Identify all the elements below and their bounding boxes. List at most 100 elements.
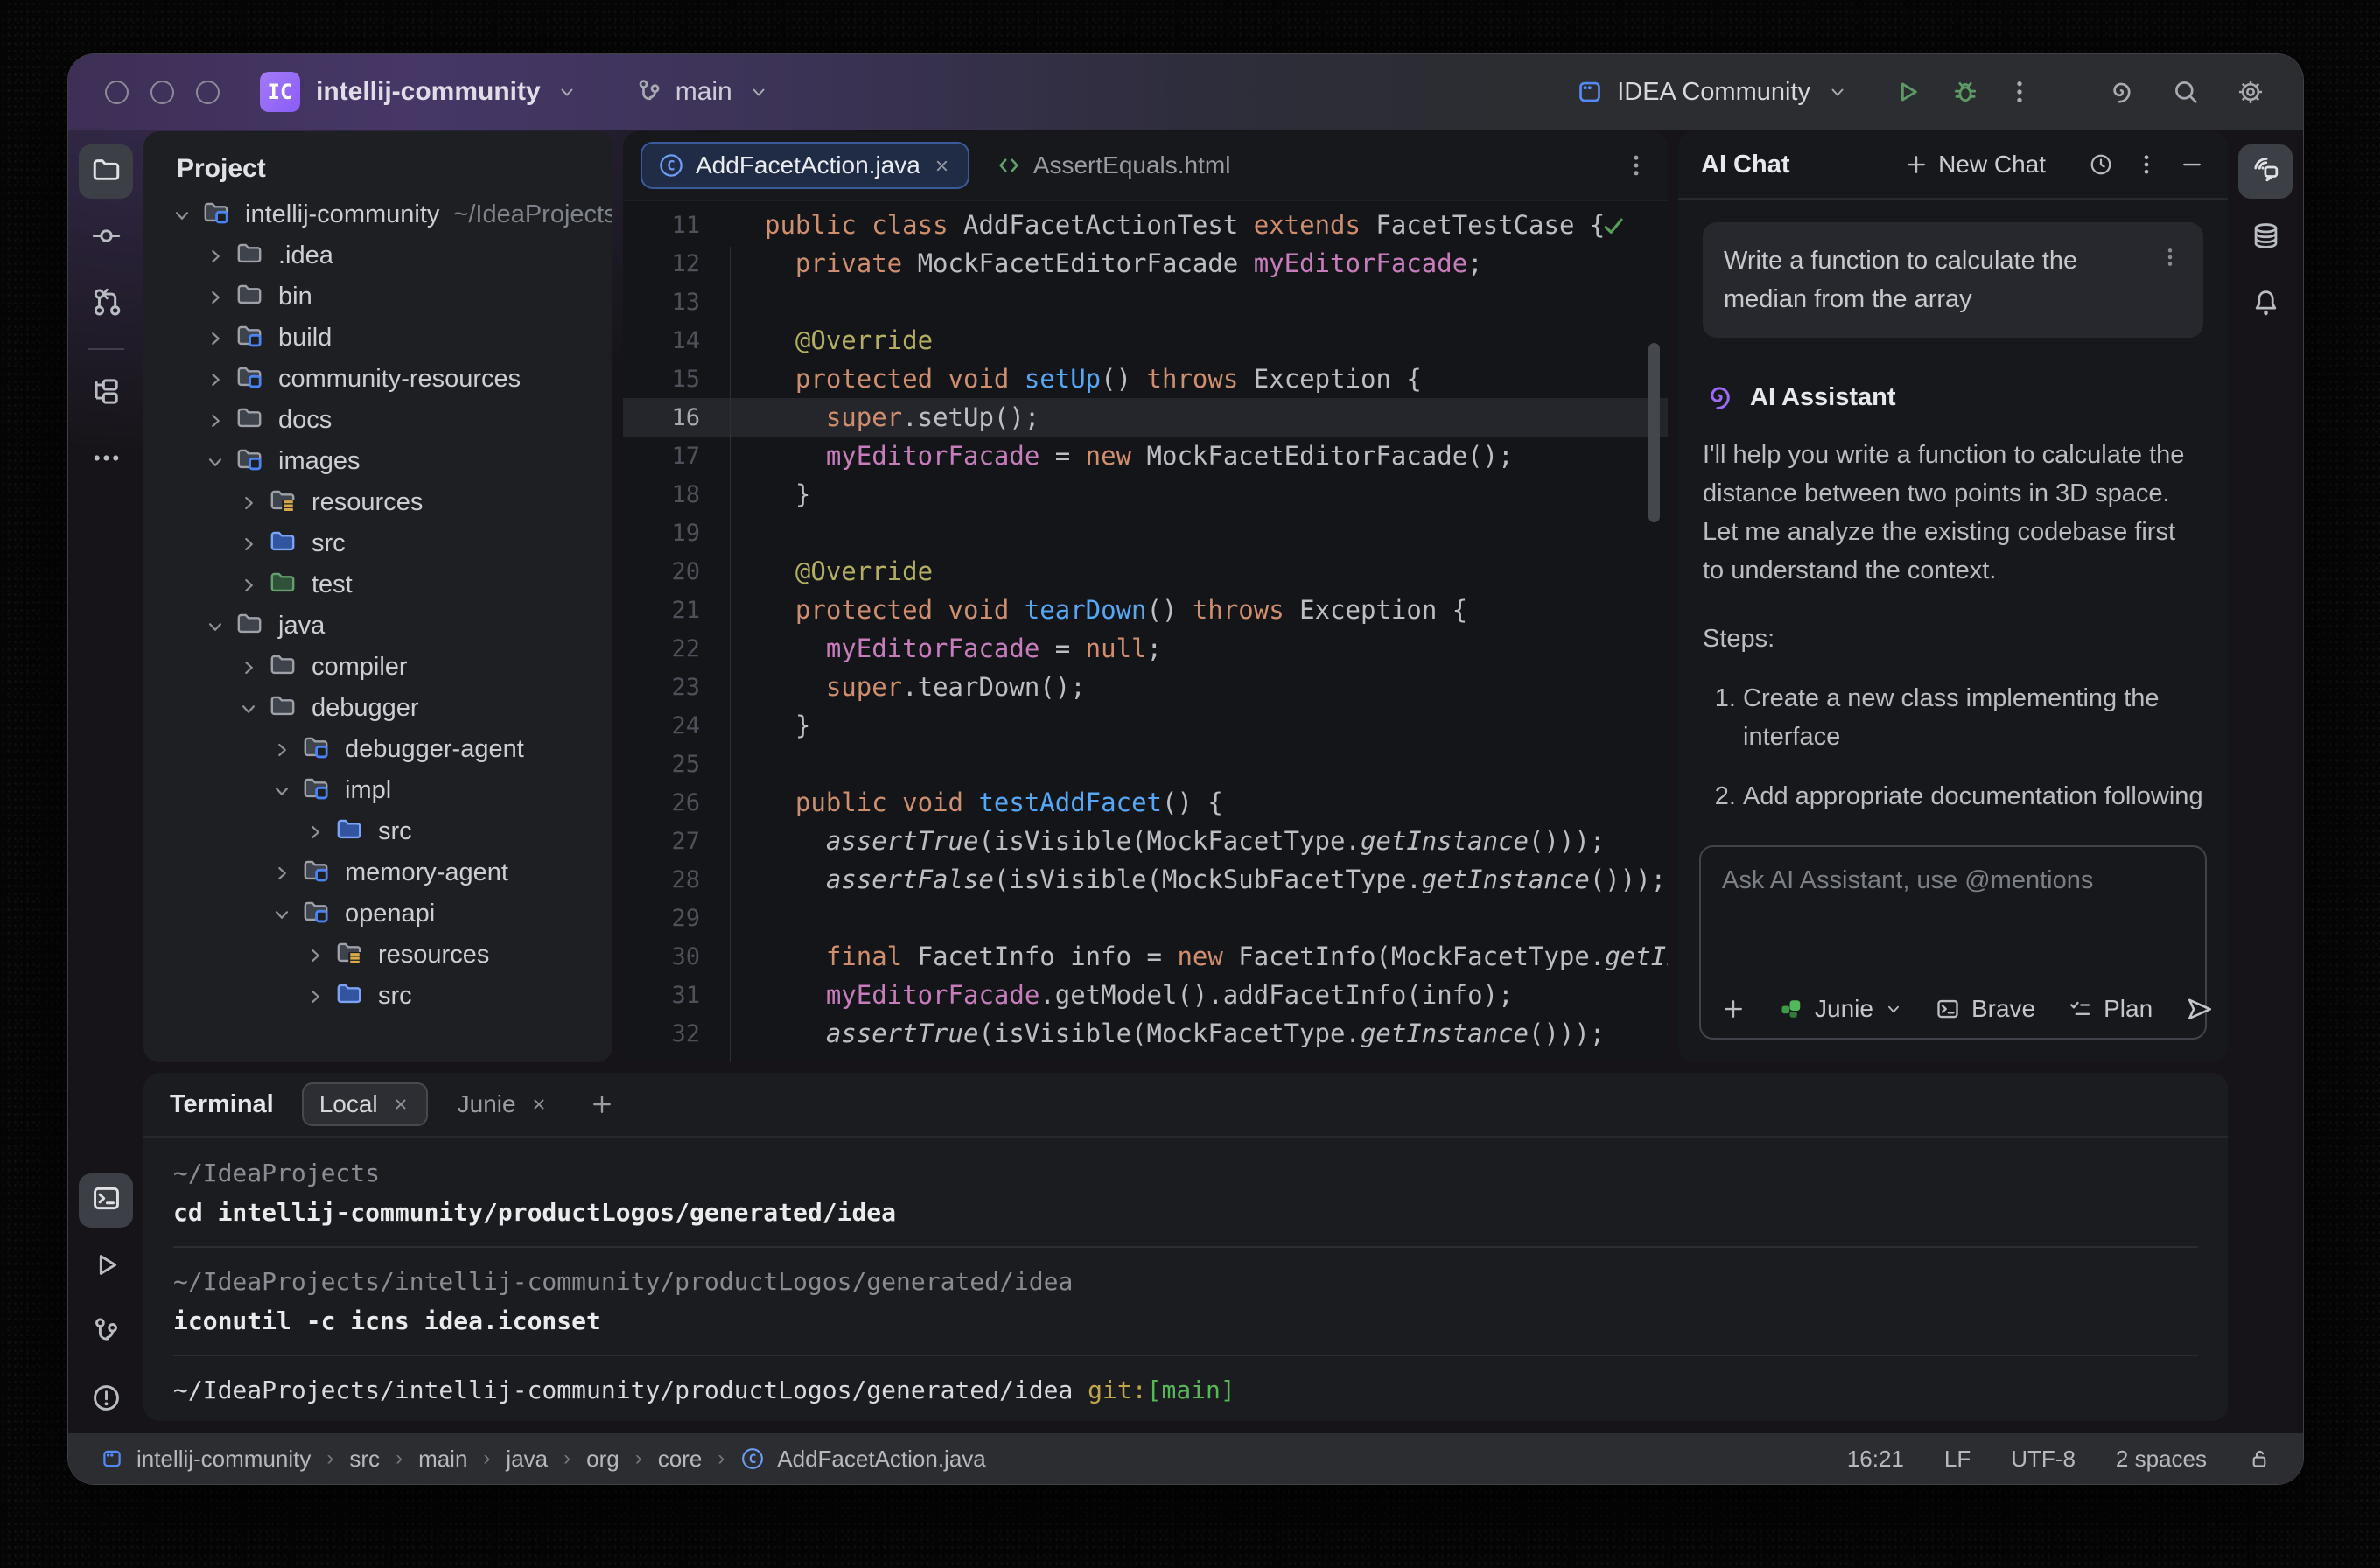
code-line-11[interactable]: 11 public class AddFacetActionTest exten… — [623, 206, 1668, 244]
chevron-right-icon[interactable] — [266, 738, 298, 761]
tree-item-images[interactable]: images — [144, 441, 612, 482]
chevron-down-icon[interactable] — [166, 204, 198, 227]
breadcrumb-item[interactable]: core — [658, 1446, 703, 1473]
chevron-right-icon[interactable] — [233, 492, 264, 514]
terminal-tool-button[interactable] — [79, 1173, 133, 1228]
chevron-right-icon[interactable] — [233, 656, 264, 679]
close-tab-icon[interactable] — [529, 1095, 549, 1114]
code-line-26[interactable]: 26 public void testAddFacet() { — [623, 783, 1668, 822]
minimize-window-button[interactable] — [150, 80, 174, 104]
code-line-25[interactable]: 25 — [623, 745, 1668, 783]
chat-history-button[interactable] — [2088, 151, 2114, 178]
tree-item-openapi[interactable]: openapi — [144, 893, 612, 934]
code-line-29[interactable]: 29 — [623, 899, 1668, 937]
new-chat-button[interactable]: New Chat — [1903, 150, 2046, 178]
ai-assistant-icon[interactable] — [2105, 76, 2137, 108]
git-tool-button[interactable] — [79, 1306, 133, 1361]
caret-position[interactable]: 16:21 — [1847, 1446, 1904, 1473]
breadcrumb-item[interactable]: java — [506, 1446, 548, 1473]
run-tool-button[interactable] — [79, 1240, 133, 1294]
code-line-12[interactable]: 12 private MockFacetEditorFacade myEdito… — [623, 244, 1668, 283]
code-line-21[interactable]: 21 protected void tearDown() throws Exce… — [623, 591, 1668, 629]
chevron-right-icon[interactable] — [299, 985, 331, 1008]
code-line-31[interactable]: 31 myEditorFacade.getModel().addFacetInf… — [623, 976, 1668, 1014]
chevron-down-icon[interactable] — [266, 780, 298, 802]
terminal-tab-Local[interactable]: Local — [301, 1082, 428, 1126]
chevron-right-icon[interactable] — [266, 862, 298, 885]
chevron-right-icon[interactable] — [200, 327, 231, 350]
zoom-window-button[interactable] — [196, 80, 220, 104]
plan-mode-toggle[interactable]: Plan — [2067, 995, 2152, 1023]
breadcrumb-item[interactable]: main — [418, 1446, 467, 1473]
breadcrumb-item[interactable]: src — [349, 1446, 380, 1473]
chevron-right-icon[interactable] — [200, 368, 231, 391]
notifications-tool-button[interactable] — [2238, 277, 2292, 332]
code-line-15[interactable]: 15 protected void setUp() throws Excepti… — [623, 360, 1668, 398]
new-terminal-tab-button[interactable] — [589, 1091, 615, 1117]
chevron-down-icon[interactable] — [233, 697, 264, 720]
tree-item-debugger-agent[interactable]: debugger-agent — [144, 729, 612, 770]
tree-item-debugger[interactable]: debugger — [144, 688, 612, 729]
send-button[interactable] — [2184, 994, 2214, 1024]
code-line-20[interactable]: 20 @Override — [623, 552, 1668, 591]
file-encoding[interactable]: UTF-8 — [2011, 1446, 2076, 1473]
tree-item-compiler[interactable]: compiler — [144, 647, 612, 688]
tree-item-resources[interactable]: resources — [144, 934, 612, 976]
chevron-down-icon[interactable] — [200, 615, 231, 638]
code-line-24[interactable]: 24 } — [623, 706, 1668, 745]
line-ending[interactable]: LF — [1944, 1446, 1970, 1473]
chat-options-button[interactable] — [2133, 151, 2160, 178]
chevron-right-icon[interactable] — [200, 410, 231, 432]
code-line-22[interactable]: 22 myEditorFacade = null; — [623, 629, 1668, 668]
chevron-right-icon[interactable] — [200, 245, 231, 268]
editor-tab-AssertEquals.html[interactable]: AssertEquals.html — [978, 142, 1249, 189]
branch-selector[interactable]: main — [634, 76, 774, 108]
tab-list-options-button[interactable] — [1622, 151, 1650, 179]
close-tab-icon[interactable] — [932, 156, 952, 176]
brave-mode-toggle[interactable]: Brave — [1935, 995, 2035, 1023]
debug-button[interactable] — [1950, 76, 1981, 108]
more-actions-button[interactable] — [2004, 76, 2035, 108]
close-window-button[interactable] — [105, 80, 129, 104]
editor-scrollbar[interactable] — [1648, 343, 1660, 522]
tree-item-src[interactable]: src — [144, 523, 612, 564]
tree-item-resources[interactable]: resources — [144, 482, 612, 523]
structure-tool-button[interactable] — [79, 367, 133, 421]
tree-item-impl[interactable]: impl — [144, 770, 612, 811]
commit-tool-button[interactable] — [79, 211, 133, 265]
tree-item-bin[interactable]: bin — [144, 276, 612, 318]
chevron-right-icon[interactable] — [233, 574, 264, 597]
project-selector[interactable]: intellij-community — [316, 76, 583, 108]
chevron-right-icon[interactable] — [233, 533, 264, 556]
terminal-output[interactable]: ~/IdeaProjects cd intellij-community/prod… — [144, 1138, 2228, 1421]
lock-open-icon[interactable] — [2247, 1446, 2272, 1471]
search-everywhere-button[interactable] — [2170, 76, 2202, 108]
ai-chat-tool-button[interactable] — [2238, 144, 2292, 199]
pull-requests-tool-button[interactable] — [79, 277, 133, 332]
terminal-tab-Junie[interactable]: Junie — [440, 1082, 566, 1126]
chevron-down-icon[interactable] — [200, 451, 231, 473]
code-line-14[interactable]: 14 @Override — [623, 321, 1668, 360]
code-line-19[interactable]: 19 — [623, 514, 1668, 552]
tree-item-intellij-community[interactable]: intellij-community ~/IdeaProjects — [144, 194, 612, 235]
breadcrumb-item[interactable]: AddFacetAction.java — [777, 1446, 985, 1473]
run-button[interactable] — [1892, 76, 1923, 108]
chevron-right-icon[interactable] — [299, 944, 331, 967]
code-line-30[interactable]: 30 final FacetInfo info = new FacetInfo(… — [623, 937, 1668, 976]
problems-tool-button[interactable] — [79, 1373, 133, 1427]
chevron-right-icon[interactable] — [299, 821, 331, 844]
breadcrumb-item[interactable]: intellij-community — [136, 1446, 311, 1473]
tree-item-test[interactable]: test — [144, 564, 612, 606]
tree-item-memory-agent[interactable]: memory-agent — [144, 852, 612, 893]
code-line-18[interactable]: 18 } — [623, 475, 1668, 514]
database-tool-button[interactable] — [2238, 211, 2292, 265]
tree-item-src[interactable]: src — [144, 811, 612, 852]
inspections-ok-icon[interactable] — [1600, 212, 1628, 240]
tree-item-build[interactable]: build — [144, 318, 612, 359]
code-line-27[interactable]: 27 assertTrue(isVisible(MockFacetType.ge… — [623, 822, 1668, 860]
code-line-13[interactable]: 13 — [623, 283, 1668, 321]
more-tools-button[interactable] — [79, 433, 133, 487]
tree-item-community-resources[interactable]: community-resources — [144, 359, 612, 400]
breadcrumb-item[interactable]: org — [586, 1446, 620, 1473]
code-editor[interactable]: 11 public class AddFacetActionTest exten… — [623, 201, 1668, 1062]
